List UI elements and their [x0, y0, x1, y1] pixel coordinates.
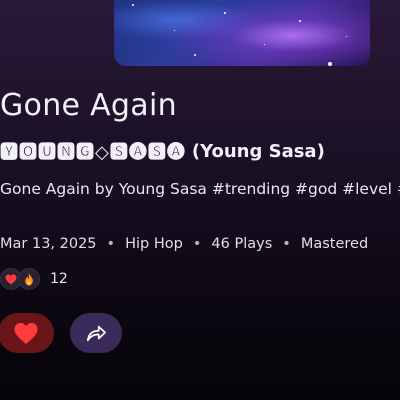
share-button[interactable] [70, 313, 122, 353]
action-bar [0, 313, 122, 353]
track-description: Gone Again by Young Sasa #trending #god … [0, 180, 400, 198]
mastered-status: Mastered [300, 236, 369, 252]
reaction-count: 12 [50, 271, 68, 287]
play-count: 46 Plays [211, 236, 273, 252]
meta-separator: • [282, 236, 291, 252]
artist-styled-name: 🆈🅾🆄🅽🅶◇🆂🅐🆂🅐 [0, 142, 186, 163]
star [346, 36, 347, 37]
meta-separator: • [106, 236, 116, 252]
fire-icon [18, 268, 40, 290]
like-button[interactable] [0, 313, 54, 353]
star [224, 12, 226, 14]
reaction-icons [0, 268, 40, 290]
genre-tag[interactable]: Hip Hop [125, 236, 183, 252]
track-title: Gone Again [0, 88, 177, 123]
fire-icon [25, 273, 33, 285]
star [328, 62, 332, 66]
artist-name: (Young Sasa) [191, 140, 325, 162]
star [299, 20, 301, 22]
star [264, 44, 265, 45]
reactions[interactable]: 12 [0, 268, 68, 290]
meta-separator: • [192, 236, 202, 252]
star [194, 54, 196, 56]
heart-icon [14, 322, 38, 344]
share-arrow-icon [86, 325, 106, 342]
artist-link[interactable]: 🆈🅾🆄🅽🅶◇🆂🅐🆂🅐 (Young Sasa) [0, 138, 325, 164]
heart-icon [5, 274, 17, 284]
cover-art: y [114, 0, 370, 66]
release-date: Mar 13, 2025 [0, 236, 97, 252]
track-screen: y Gone Again 🆈🅾🆄🅽🅶◇🆂🅐🆂🅐 (Young Sasa) Gon… [0, 0, 400, 400]
track-meta: Mar 13, 2025 • Hip Hop • 46 Plays • Mast… [0, 236, 368, 252]
star [132, 4, 134, 6]
star [174, 30, 175, 31]
